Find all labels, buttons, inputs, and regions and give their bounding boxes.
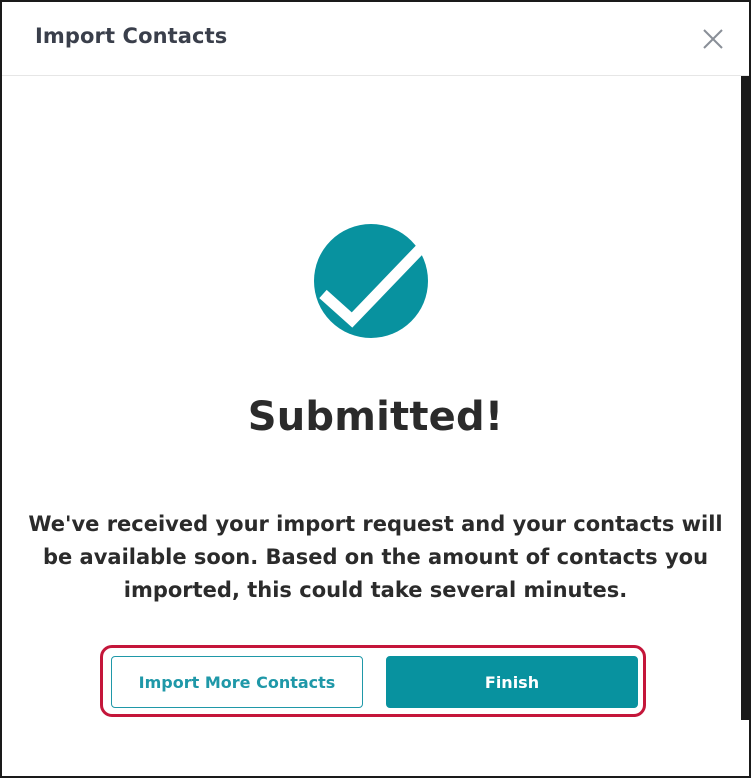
modal-header: Import Contacts <box>2 2 749 76</box>
import-contacts-modal: Import Contacts Submitted! We've receive… <box>0 0 751 778</box>
action-buttons-highlight: Import More Contacts Finish <box>100 645 646 717</box>
modal-title: Import Contacts <box>35 24 228 48</box>
import-more-contacts-button[interactable]: Import More Contacts <box>111 656 363 708</box>
confirmation-message: We've received your import request and y… <box>28 512 723 602</box>
finish-button[interactable]: Finish <box>386 656 638 708</box>
submitted-heading: Submitted! <box>247 394 504 440</box>
close-icon[interactable] <box>698 24 728 54</box>
checkmark-circle-icon <box>313 222 431 340</box>
